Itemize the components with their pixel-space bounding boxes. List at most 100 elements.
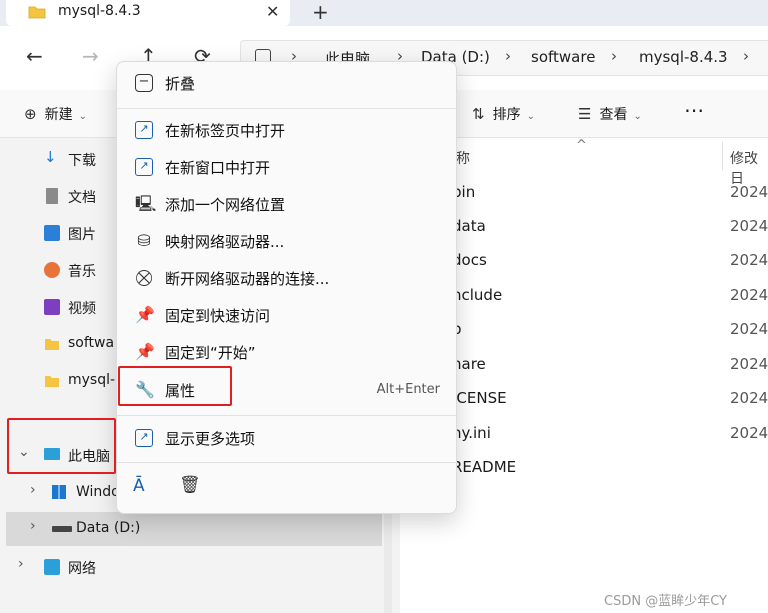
pin-icon: 📌 — [135, 342, 155, 361]
delete-icon[interactable]: 🗑 — [179, 475, 201, 495]
more-options-icon: ↗ — [135, 429, 153, 447]
menu-item-show-more-options[interactable]: ↗ 显示更多选项 — [123, 421, 452, 455]
sidebar-item-label: 视频 — [68, 301, 96, 317]
sort-button[interactable]: ⇅ 排序 ⌄ — [472, 104, 535, 124]
menu-item-map-network-drive[interactable]: ⛁ 映射网络驱动器... — [123, 224, 452, 258]
menu-item-label: 添加一个网络位置 — [165, 196, 286, 214]
pictures-icon — [44, 225, 60, 241]
sidebar-item-label: 图片 — [68, 227, 96, 243]
sidebar-item-label: 网络 — [68, 561, 96, 577]
network-icon — [44, 559, 60, 575]
chevron-down-icon: ⌄ — [526, 111, 535, 122]
file-name: hare — [452, 355, 486, 373]
chevron-right-icon[interactable]: › — [30, 518, 36, 534]
tab-title: mysql-8.4.3 — [58, 3, 141, 19]
new-tab-button[interactable]: + — [312, 0, 329, 24]
view-list-icon: ☰ — [578, 105, 592, 123]
menu-item-pin-start[interactable]: 📌 固定到“开始” — [123, 335, 452, 369]
menu-separator — [117, 462, 456, 463]
chevron-down-icon: ⌄ — [633, 111, 642, 122]
chevron-right-icon[interactable]: › — [30, 482, 36, 498]
watermark: CSDN @蓝眸少年CY — [604, 594, 727, 609]
file-name: data — [452, 217, 486, 235]
breadcrumb-mysql[interactable]: mysql-8.4.3 — [639, 48, 728, 66]
collapse-icon: − — [135, 74, 153, 92]
file-name: docs — [452, 251, 487, 269]
file-date: 2024/ — [730, 183, 768, 201]
menu-item-label: 在新标签页中打开 — [165, 122, 286, 140]
menu-item-label: 折叠 — [165, 75, 196, 93]
menu-item-open-new-tab[interactable]: ↗ 在新标签页中打开 — [123, 113, 452, 147]
sort-label: 排序 — [492, 107, 521, 123]
tab-mysql[interactable]: mysql-8.4.3 ✕ — [6, 0, 290, 26]
open-new-window-icon: ↗ — [135, 158, 153, 176]
menu-separator — [117, 415, 456, 416]
network-location-icon: 🖳 — [135, 194, 157, 213]
chevron-right-icon[interactable]: › — [18, 556, 24, 572]
breadcrumb-separator: › — [611, 47, 617, 65]
download-icon: ↓ — [44, 148, 57, 166]
breadcrumb-separator: › — [743, 47, 749, 65]
plus-circle-icon: ⊕ — [24, 105, 37, 123]
new-label: 新建 — [44, 107, 73, 123]
breadcrumb-software[interactable]: software — [531, 48, 595, 66]
menu-separator — [117, 108, 456, 109]
music-icon — [44, 262, 60, 278]
more-options-button[interactable]: ⋯ — [684, 98, 704, 122]
menu-item-disconnect-network-drive[interactable]: ⛒ 断开网络驱动器的连接... — [123, 261, 452, 295]
sort-icon: ⇅ — [472, 105, 485, 123]
forward-button[interactable]: → — [82, 44, 99, 68]
menu-item-label: 固定到“开始” — [165, 344, 256, 362]
column-header-name[interactable]: 称 — [456, 148, 470, 168]
sidebar-item-data-drive[interactable]: › Data (D:) — [6, 512, 382, 546]
menu-item-label: 断开网络驱动器的连接... — [165, 270, 330, 288]
menu-item-label: 固定到快速访问 — [165, 307, 271, 325]
file-date: 2024/ — [730, 424, 768, 442]
sidebar-item-network[interactable]: › 网络 — [0, 550, 384, 584]
sidebar-item-label: 文档 — [68, 190, 96, 206]
view-label: 查看 — [599, 107, 628, 123]
menu-item-label: 在新窗口中打开 — [165, 159, 271, 177]
file-date: 2024/ — [730, 355, 768, 373]
menu-item-collapse[interactable]: − 折叠 — [123, 66, 452, 100]
open-new-tab-icon: ↗ — [135, 121, 153, 139]
file-name: README — [452, 458, 517, 476]
menu-item-open-new-window[interactable]: ↗ 在新窗口中打开 — [123, 150, 452, 184]
file-name: ny.ini — [452, 424, 491, 442]
file-date: 2024/ — [730, 286, 768, 304]
folder-icon — [28, 6, 46, 19]
column-divider[interactable] — [722, 142, 723, 170]
video-icon — [44, 299, 60, 315]
tab-bar: mysql-8.4.3 ✕ + — [0, 0, 768, 26]
chevron-down-icon: ⌄ — [78, 111, 87, 122]
menu-item-pin-quick-access[interactable]: 📌 固定到快速访问 — [123, 298, 452, 332]
translate-icon[interactable]: Ā — [133, 476, 145, 496]
disconnect-drive-icon: ⛒ — [135, 268, 153, 287]
map-drive-icon: ⛁ — [137, 231, 151, 250]
sidebar-item-label: Data (D:) — [76, 520, 141, 536]
menu-item-label: 映射网络驱动器... — [165, 233, 285, 251]
folder-icon — [45, 376, 59, 387]
document-icon — [46, 188, 58, 204]
sidebar-item-label: 音乐 — [68, 264, 96, 280]
new-button[interactable]: ⊕ 新建 ⌄ — [24, 104, 87, 124]
sidebar-item-label: softwa — [68, 335, 115, 351]
back-button[interactable]: ← — [26, 44, 43, 68]
file-name: ICENSE — [452, 389, 507, 407]
sidebar-item-label: 下载 — [68, 153, 96, 169]
file-date: 2024/ — [730, 217, 768, 235]
file-name: nclude — [452, 286, 503, 304]
sort-ascending-icon: ^ — [576, 138, 587, 153]
menu-item-add-network-location[interactable]: 🖳 添加一个网络位置 — [123, 187, 452, 221]
pin-icon: 📌 — [135, 305, 155, 324]
highlight-this-pc — [7, 418, 116, 474]
windows-icon — [52, 485, 66, 499]
drive-icon — [52, 526, 72, 532]
close-tab-icon[interactable]: ✕ — [266, 2, 279, 21]
highlight-properties — [118, 366, 232, 406]
file-date: 2024/ — [730, 251, 768, 269]
file-date: 2024/ — [730, 320, 768, 338]
view-button[interactable]: ☰ 查看 ⌄ — [578, 104, 642, 124]
sidebar-item-label: mysql- — [68, 372, 116, 388]
menu-item-shortcut: Alt+Enter — [376, 382, 440, 397]
